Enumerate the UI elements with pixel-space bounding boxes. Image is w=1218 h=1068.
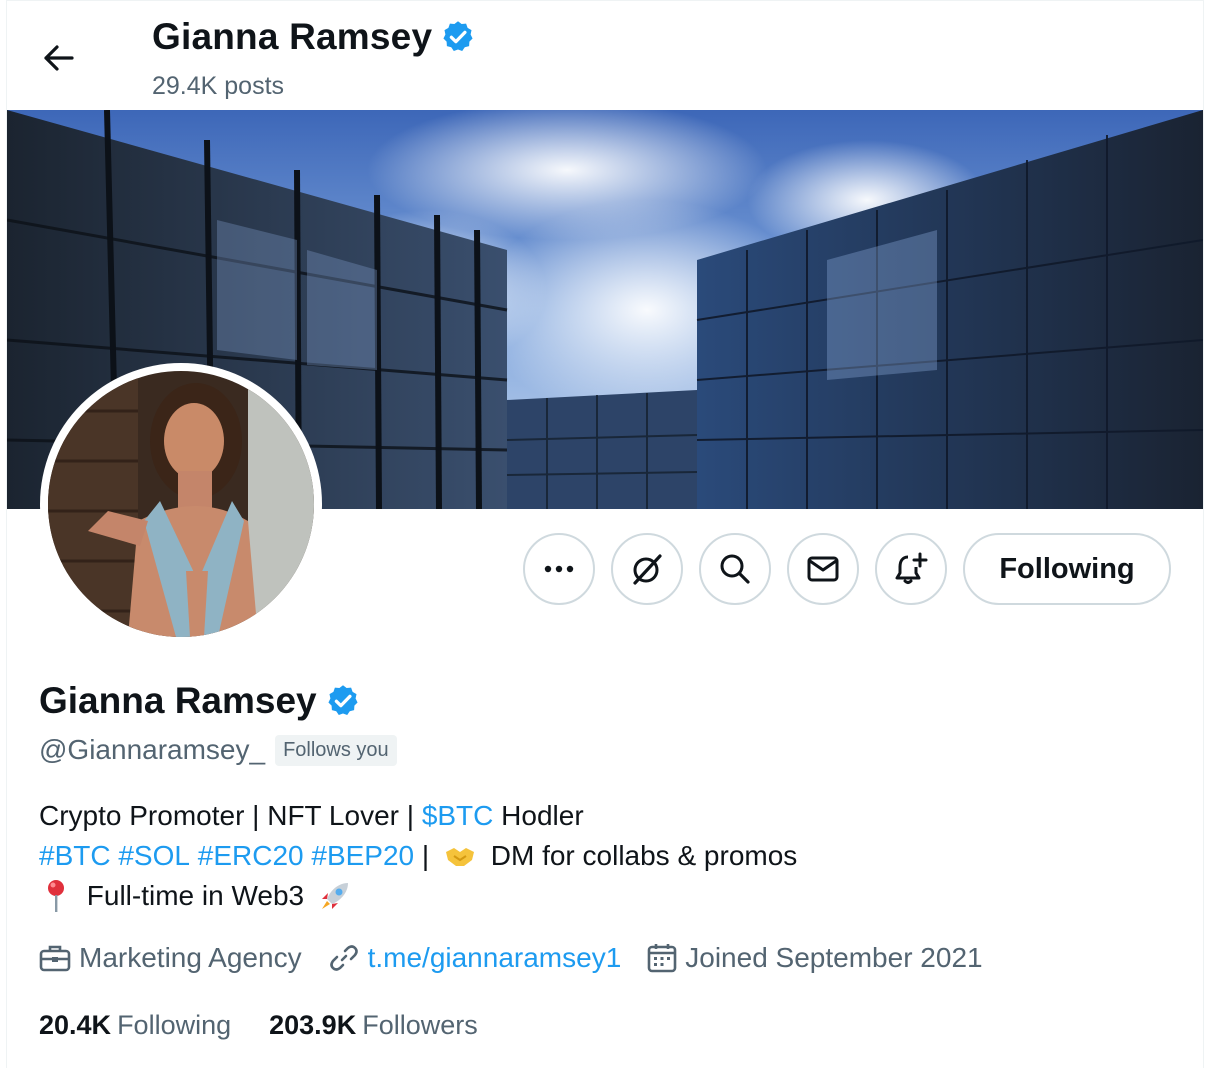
header-name: Gianna Ramsey (152, 16, 433, 57)
following-label: Following (117, 1010, 232, 1040)
profile-meta: Marketing Agency t.me/giannaramsey1 Join… (39, 942, 1009, 974)
search-icon (720, 554, 750, 584)
envelope-icon (807, 556, 839, 582)
meta-link: t.me/giannaramsey1 (328, 942, 622, 974)
profile-bio: Crypto Promoter | NFT Lover | $BTC Hodle… (39, 796, 797, 916)
verified-badge-icon (328, 685, 358, 715)
notify-button[interactable] (875, 533, 947, 605)
header-post-count: 29.4K posts (152, 72, 285, 100)
profile-handle-row: @Giannaramsey_ Follows you (39, 734, 397, 766)
bio-text: Crypto Promoter | NFT Lover | (39, 800, 422, 831)
profile-avatar[interactable] (40, 363, 322, 645)
followers-label: Followers (362, 1010, 478, 1040)
link-icon (329, 945, 358, 971)
meta-joined: Joined September 2021 (647, 942, 983, 974)
hashtag-link[interactable]: #SOL (118, 836, 190, 876)
following-button[interactable]: Following (963, 533, 1171, 605)
profile-handle: @Giannaramsey_ (39, 734, 266, 765)
followers-count: 203.9K (269, 1010, 357, 1040)
bio-line-2: #BTC #SOL #ERC20 #BEP20 | DM for collabs… (39, 836, 797, 876)
search-profile-button[interactable] (699, 533, 771, 605)
header-title: Gianna Ramsey (152, 16, 476, 58)
profile-name: Gianna Ramsey (39, 680, 317, 721)
arrow-left-icon (44, 45, 74, 71)
grok-icon (633, 554, 662, 585)
joined-text: Joined September 2021 (685, 942, 983, 973)
bio-line-1: Crypto Promoter | NFT Lover | $BTC Hodle… (39, 796, 797, 836)
pushpin-emoji-icon (39, 879, 73, 913)
cashtag-link[interactable]: $BTC (422, 796, 494, 836)
avatar-image (48, 371, 314, 637)
following-count: 20.4K (39, 1010, 112, 1040)
bio-line-3: Full-time in Web3 (39, 876, 797, 916)
hashtag-link[interactable]: #ERC20 (198, 836, 304, 876)
follows-you-badge: Follows you (275, 734, 397, 766)
meta-category: Marketing Agency (39, 942, 302, 974)
profile-header: Gianna Ramsey 29.4K posts (0, 0, 1218, 110)
bell-plus-icon (895, 552, 928, 584)
category-text: Marketing Agency (79, 942, 302, 973)
more-button[interactable] (523, 533, 595, 605)
calendar-icon (647, 944, 677, 973)
following-stat-link[interactable]: 20.4K Following (39, 1010, 231, 1041)
profile-stats: 20.4K Following 203.9K Followers (39, 1010, 516, 1041)
hashtag-link[interactable]: #BTC (39, 836, 111, 876)
grok-button[interactable] (611, 533, 683, 605)
back-button[interactable] (30, 34, 86, 82)
bio-text: DM for collabs & promos (482, 840, 798, 871)
website-link[interactable]: t.me/giannaramsey1 (368, 942, 622, 974)
hashtag-link[interactable]: #BEP20 (311, 836, 414, 876)
bio-text: Full-time in Web3 (79, 880, 312, 911)
bio-text: Hodler (493, 800, 584, 831)
handshake-emoji-icon (443, 839, 477, 873)
followers-stat-link[interactable]: 203.9K Followers (269, 1010, 478, 1041)
more-icon (544, 565, 574, 573)
message-button[interactable] (787, 533, 859, 605)
profile-name-row: Gianna Ramsey (39, 680, 361, 722)
rocket-emoji-icon (318, 879, 352, 913)
verified-badge-icon (443, 21, 473, 51)
bio-separator: | (414, 840, 437, 871)
briefcase-icon (39, 945, 71, 972)
